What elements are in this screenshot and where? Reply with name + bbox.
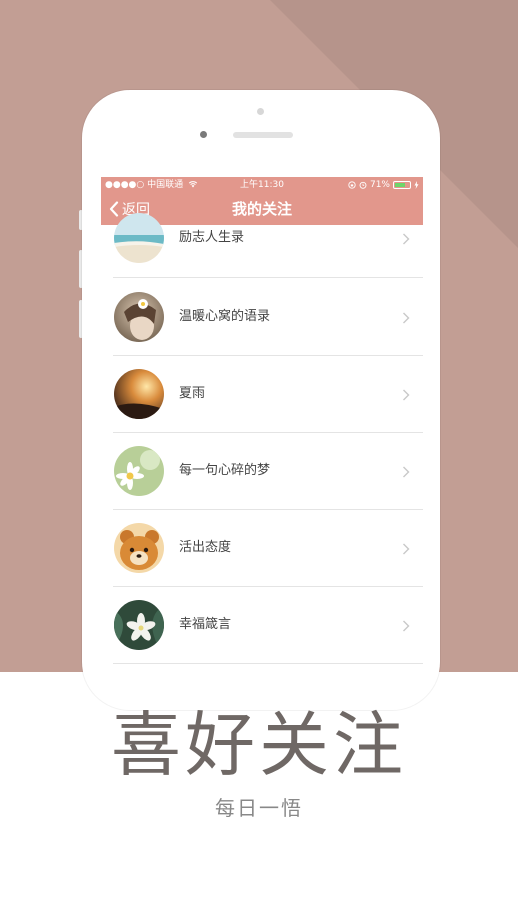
phone-speaker [233, 132, 293, 138]
chevron-right-icon [403, 543, 410, 555]
list-item[interactable]: 夏雨 [101, 356, 423, 433]
status-bar: ●●●●○ 中国联通 上午11:30 71% [101, 177, 423, 193]
daisy-photo-icon [114, 446, 164, 496]
chevron-right-icon [403, 233, 410, 245]
list-item-label: 幸福箴言 [179, 617, 232, 632]
promo-subline: 每日一悟 [215, 796, 303, 820]
promo-headline: 喜好关注 [111, 704, 407, 786]
phone-camera [200, 131, 207, 138]
list-item[interactable]: 活出态度 [101, 510, 423, 587]
beach-photo-icon [114, 213, 164, 263]
sunset-photo-icon [114, 369, 164, 419]
list-item-label: 每一句心碎的梦 [179, 463, 271, 478]
teddy-bear-photo-icon [114, 523, 164, 573]
list-item[interactable]: 幸福箴言 [101, 587, 423, 664]
phone-sensor [257, 108, 264, 115]
row-divider [113, 663, 423, 664]
row-divider [113, 277, 423, 278]
avatar [114, 213, 164, 263]
chevron-right-icon [403, 389, 410, 401]
battery-icon [393, 181, 411, 189]
list-item[interactable]: 温暖心窝的语录 [101, 279, 423, 356]
girl-with-flower-photo-icon [114, 292, 164, 342]
list-item-label: 夏雨 [179, 386, 206, 401]
list-item[interactable]: 每一句心碎的梦 [101, 433, 423, 510]
avatar [114, 369, 164, 419]
avatar [114, 292, 164, 342]
lock-rotation-icon [348, 181, 356, 189]
white-flower-photo-icon [114, 600, 164, 650]
list-item-label: 活出态度 [179, 540, 232, 555]
chevron-right-icon [403, 620, 410, 632]
charging-icon [414, 181, 419, 189]
avatar [114, 446, 164, 496]
list-item[interactable]: 励志人生录 [101, 201, 423, 278]
list-item-label: 励志人生录 [179, 230, 245, 245]
alarm-icon [359, 181, 367, 189]
battery-level [395, 183, 405, 187]
list-item-label: 温暖心窝的语录 [179, 309, 271, 324]
chevron-right-icon [403, 466, 410, 478]
battery-percent: 71% [369, 180, 390, 190]
phone-screen: ●●●●○ 中国联通 上午11:30 71% 返回 我的关注 励志人生录 温暖心… [101, 177, 423, 672]
status-right: 71% [348, 177, 419, 193]
avatar [114, 600, 164, 650]
chevron-right-icon [403, 312, 410, 324]
avatar [114, 523, 164, 573]
